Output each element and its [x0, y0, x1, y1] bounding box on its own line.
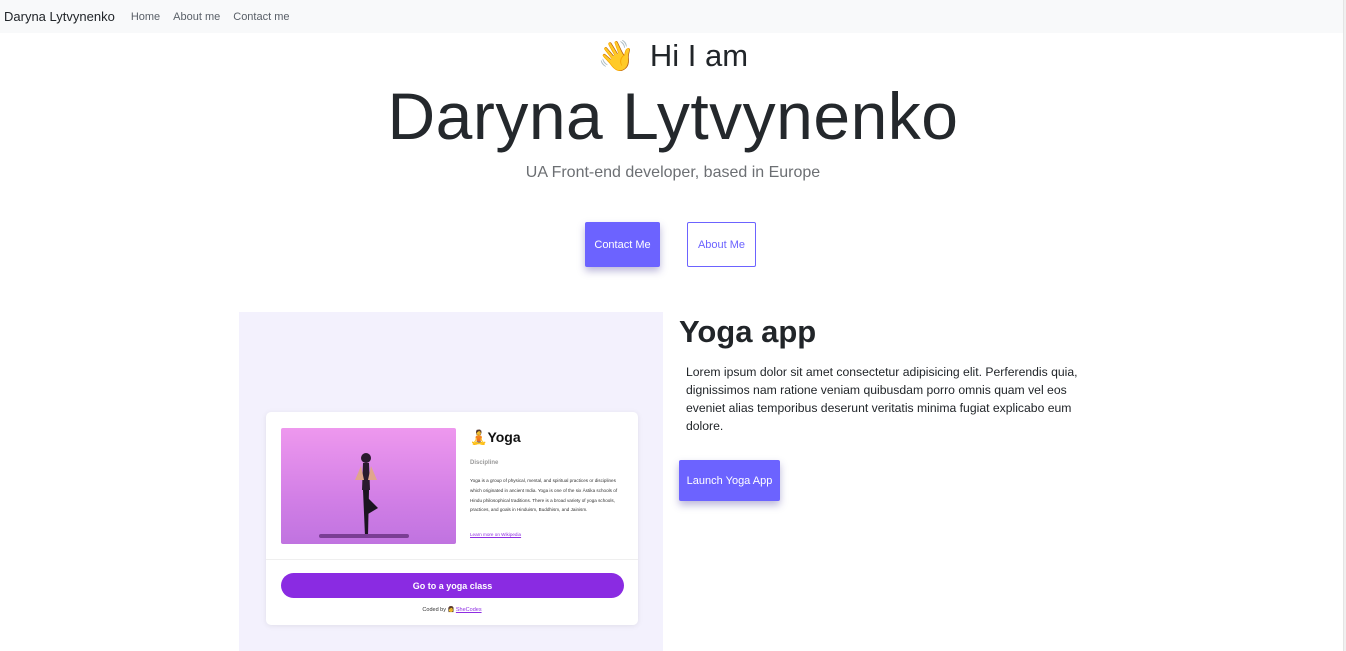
nav-link-about[interactable]: About me [173, 11, 220, 23]
yoga-wikipedia-link: Learn more on Wikipedia [470, 532, 522, 537]
about-me-button[interactable]: About Me [687, 222, 756, 267]
yoga-card-footer: Coded by 👩 SheCodes [422, 607, 482, 613]
nav-link-home[interactable]: Home [131, 11, 160, 23]
yoga-photo [281, 428, 456, 544]
yoga-card-subtitle: Discipline [470, 460, 499, 466]
contact-me-button[interactable]: Contact Me [585, 222, 660, 267]
yoga-class-button: Go to a yoga class [281, 573, 624, 598]
hero-greeting: 👋 Hi I am [0, 38, 1346, 74]
hero-tagline: UA Front-end developer, based in Europe [525, 164, 821, 181]
project-preview-image: 🧘Yoga Discipline Yoga is a group of phys… [239, 312, 663, 651]
launch-yoga-app-button[interactable]: Launch Yoga App [679, 460, 780, 501]
shecodes-link: SheCodes [455, 607, 482, 613]
greeting-text: Hi I am [649, 38, 749, 73]
yoga-mat [319, 534, 409, 538]
yoga-card-divider [266, 559, 638, 560]
project-description: Lorem ipsum dolor sit amet consectetur a… [686, 365, 1078, 433]
hero-name: Daryna Lytvynenko [387, 79, 959, 153]
project-title: Yoga app [679, 314, 817, 349]
waving-hand-icon: 👋 [597, 40, 636, 73]
navbar: Daryna Lytvynenko Home About me Contact … [0, 0, 1346, 33]
yoga-card-title: 🧘Yoga [470, 429, 521, 445]
meditation-icon: 🧘 [470, 429, 488, 445]
nav-link-contact[interactable]: Contact me [233, 11, 289, 23]
navbar-brand[interactable]: Daryna Lytvynenko [4, 9, 115, 24]
yoga-app-card: 🧘Yoga Discipline Yoga is a group of phys… [266, 412, 638, 625]
yoga-figure-icon [355, 453, 378, 536]
yoga-card-description: Yoga is a group of physical, mental, and… [470, 478, 618, 513]
nav-links: Home About me Contact me [131, 11, 303, 23]
coder-icon: 👩 [447, 607, 455, 613]
